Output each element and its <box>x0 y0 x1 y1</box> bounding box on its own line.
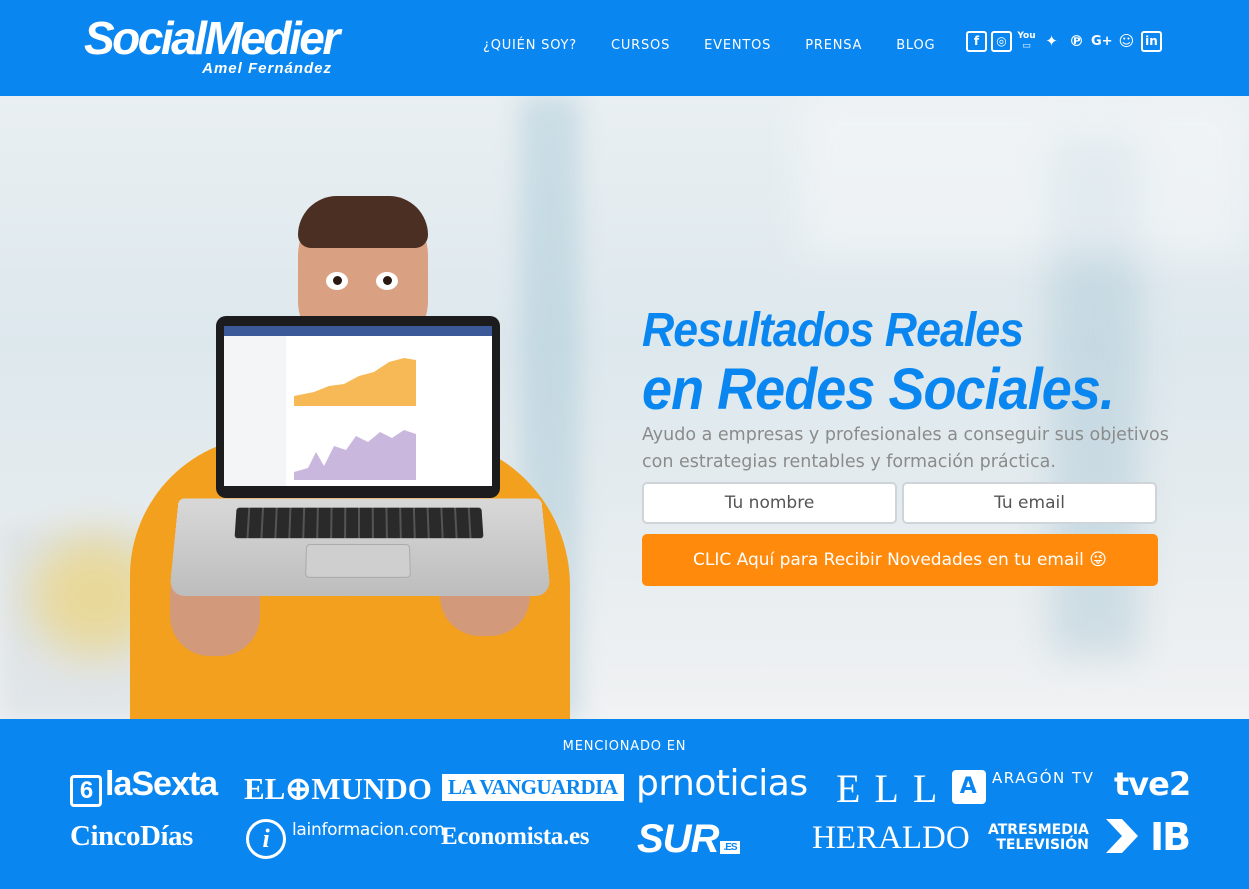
atresmedia-logo: ATRESMEDIA TELEVISIÓN <box>988 823 1089 853</box>
hero-person-illustration <box>120 196 570 719</box>
hero-headline-line2: en Redes Sociales. <box>642 357 1115 422</box>
name-input[interactable] <box>642 482 897 524</box>
background-blur <box>800 96 1249 256</box>
atresmedia-line1: ATRESMEDIA <box>988 822 1089 838</box>
aragontv-logo: A ARAGÓN TV <box>952 769 1094 804</box>
ivoox-icon[interactable]: ☺ <box>1116 31 1137 52</box>
lavanguardia-logo: LA VANGUARDIA <box>442 774 624 801</box>
logo-title: SocialMedier <box>84 12 340 64</box>
aragontv-name: ARAGÓN TV <box>992 769 1095 787</box>
atresmedia-mark-icon <box>1106 819 1138 853</box>
youtube-icon[interactable]: You ▭ <box>1016 31 1037 52</box>
hero-section: Resultados Reales en Redes Sociales. Ayu… <box>0 96 1249 719</box>
person-hair <box>298 196 428 248</box>
laptop-display <box>224 326 492 486</box>
ib3-logo: IB <box>1150 815 1191 859</box>
laptop-screen <box>216 316 500 498</box>
laptop-trackpad <box>305 544 411 578</box>
linkedin-icon[interactable]: in <box>1141 31 1162 52</box>
elmundo-logo: EL⊕MUNDO <box>244 771 432 806</box>
sur-logo: SUR .ES <box>637 817 740 862</box>
nav-prensa[interactable]: PRENSA <box>788 36 879 56</box>
hero-subtitle: Ayudo a empresas y profesionales a conse… <box>642 425 1169 472</box>
area-chart-purple <box>294 430 416 480</box>
nav-quien-soy[interactable]: ¿QUIÉN SOY? <box>466 36 594 56</box>
lasexta-name: laSexta <box>105 765 218 803</box>
area-chart-orange <box>294 358 416 406</box>
mentions-section: MENCIONADO EN 6 laSexta EL⊕MUNDO LA VANGU… <box>0 719 1249 889</box>
google-plus-icon[interactable]: G+ <box>1091 31 1113 52</box>
lasexta-mark: 6 <box>70 775 102 807</box>
mentions-title: MENCIONADO EN <box>562 739 687 754</box>
facebook-sidebar <box>224 336 286 486</box>
lainformacion-name: lainformacion.com <box>292 820 445 840</box>
twitter-icon[interactable]: ✦ <box>1041 31 1062 52</box>
main-nav: ¿QUIÉN SOY? CURSOS EVENTOS PRENSA BLOG <box>466 36 952 56</box>
laptop-base <box>169 498 551 597</box>
subscribe-button[interactable]: CLIC Aquí para Recibir Novedades en tu e… <box>642 534 1158 586</box>
logo[interactable]: SocialMedier Amel Fernández <box>84 12 346 80</box>
facebook-bar <box>224 326 492 336</box>
facebook-icon[interactable]: f <box>966 31 987 52</box>
laptop-keyboard <box>234 507 484 539</box>
heraldo-logo: HERALDO <box>812 820 970 856</box>
economista-logo: Economista.es <box>441 823 590 850</box>
logo-subtitle: Amel Fernández <box>202 60 332 77</box>
cincodias-logo: CincoDías <box>70 820 193 852</box>
site-header: SocialMedier Amel Fernández ¿QUIÉN SOY? … <box>0 0 1249 96</box>
nav-blog[interactable]: BLOG <box>879 36 952 56</box>
person-eye-right <box>376 272 398 290</box>
hero-headline-line1: Resultados Reales <box>642 304 1024 357</box>
lasexta-logo: 6 laSexta <box>70 765 218 807</box>
nav-eventos[interactable]: EVENTOS <box>687 36 788 56</box>
prnoticias-logo: prnoticias <box>636 763 808 804</box>
lainformacion-mark: i <box>246 819 286 859</box>
aragontv-mark: A <box>952 770 986 804</box>
atresmedia-line2: TELEVISIÓN <box>996 837 1089 853</box>
pinterest-icon[interactable]: ℗ <box>1066 31 1087 52</box>
lainformacion-logo: i lainformacion.com <box>246 819 445 859</box>
sur-suffix: .ES <box>720 841 740 854</box>
sur-name: SUR <box>637 817 719 861</box>
person-eye-left <box>326 272 348 290</box>
email-input[interactable] <box>902 482 1157 524</box>
tve2-logo: tve2 <box>1114 765 1191 803</box>
nav-cursos[interactable]: CURSOS <box>594 36 687 56</box>
instagram-icon[interactable]: ◎ <box>991 31 1012 52</box>
social-links: f ◎ You ▭ ✦ ℗ G+ ☺ in <box>966 31 1162 52</box>
